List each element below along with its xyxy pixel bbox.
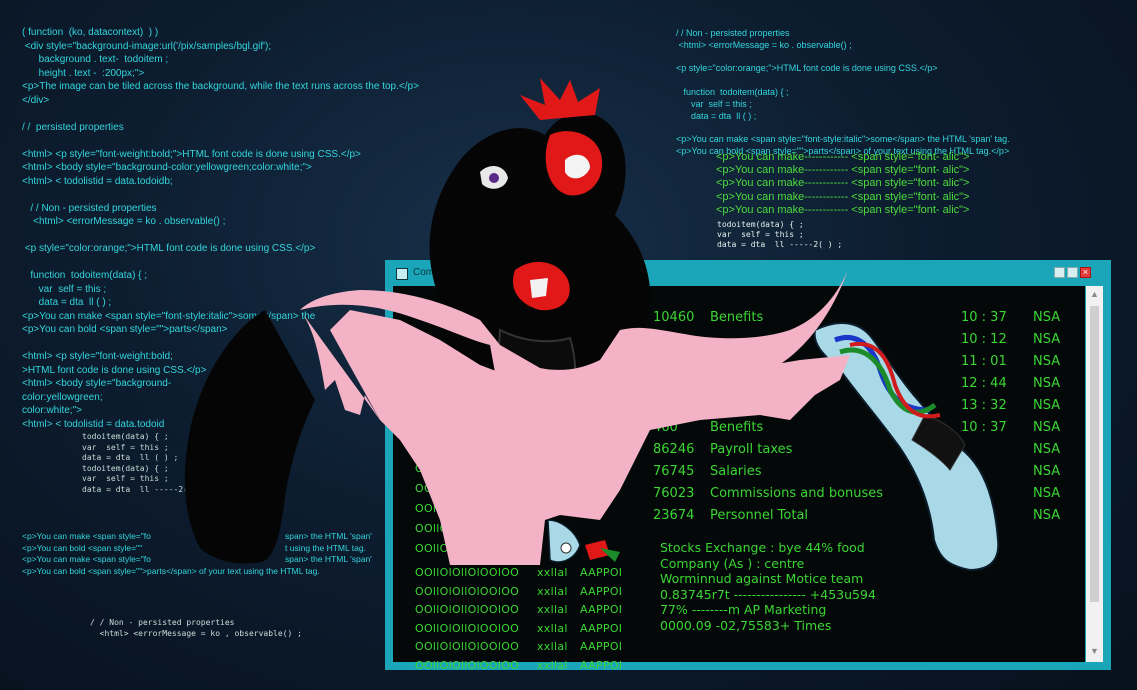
creature-drawing	[184, 78, 1000, 572]
